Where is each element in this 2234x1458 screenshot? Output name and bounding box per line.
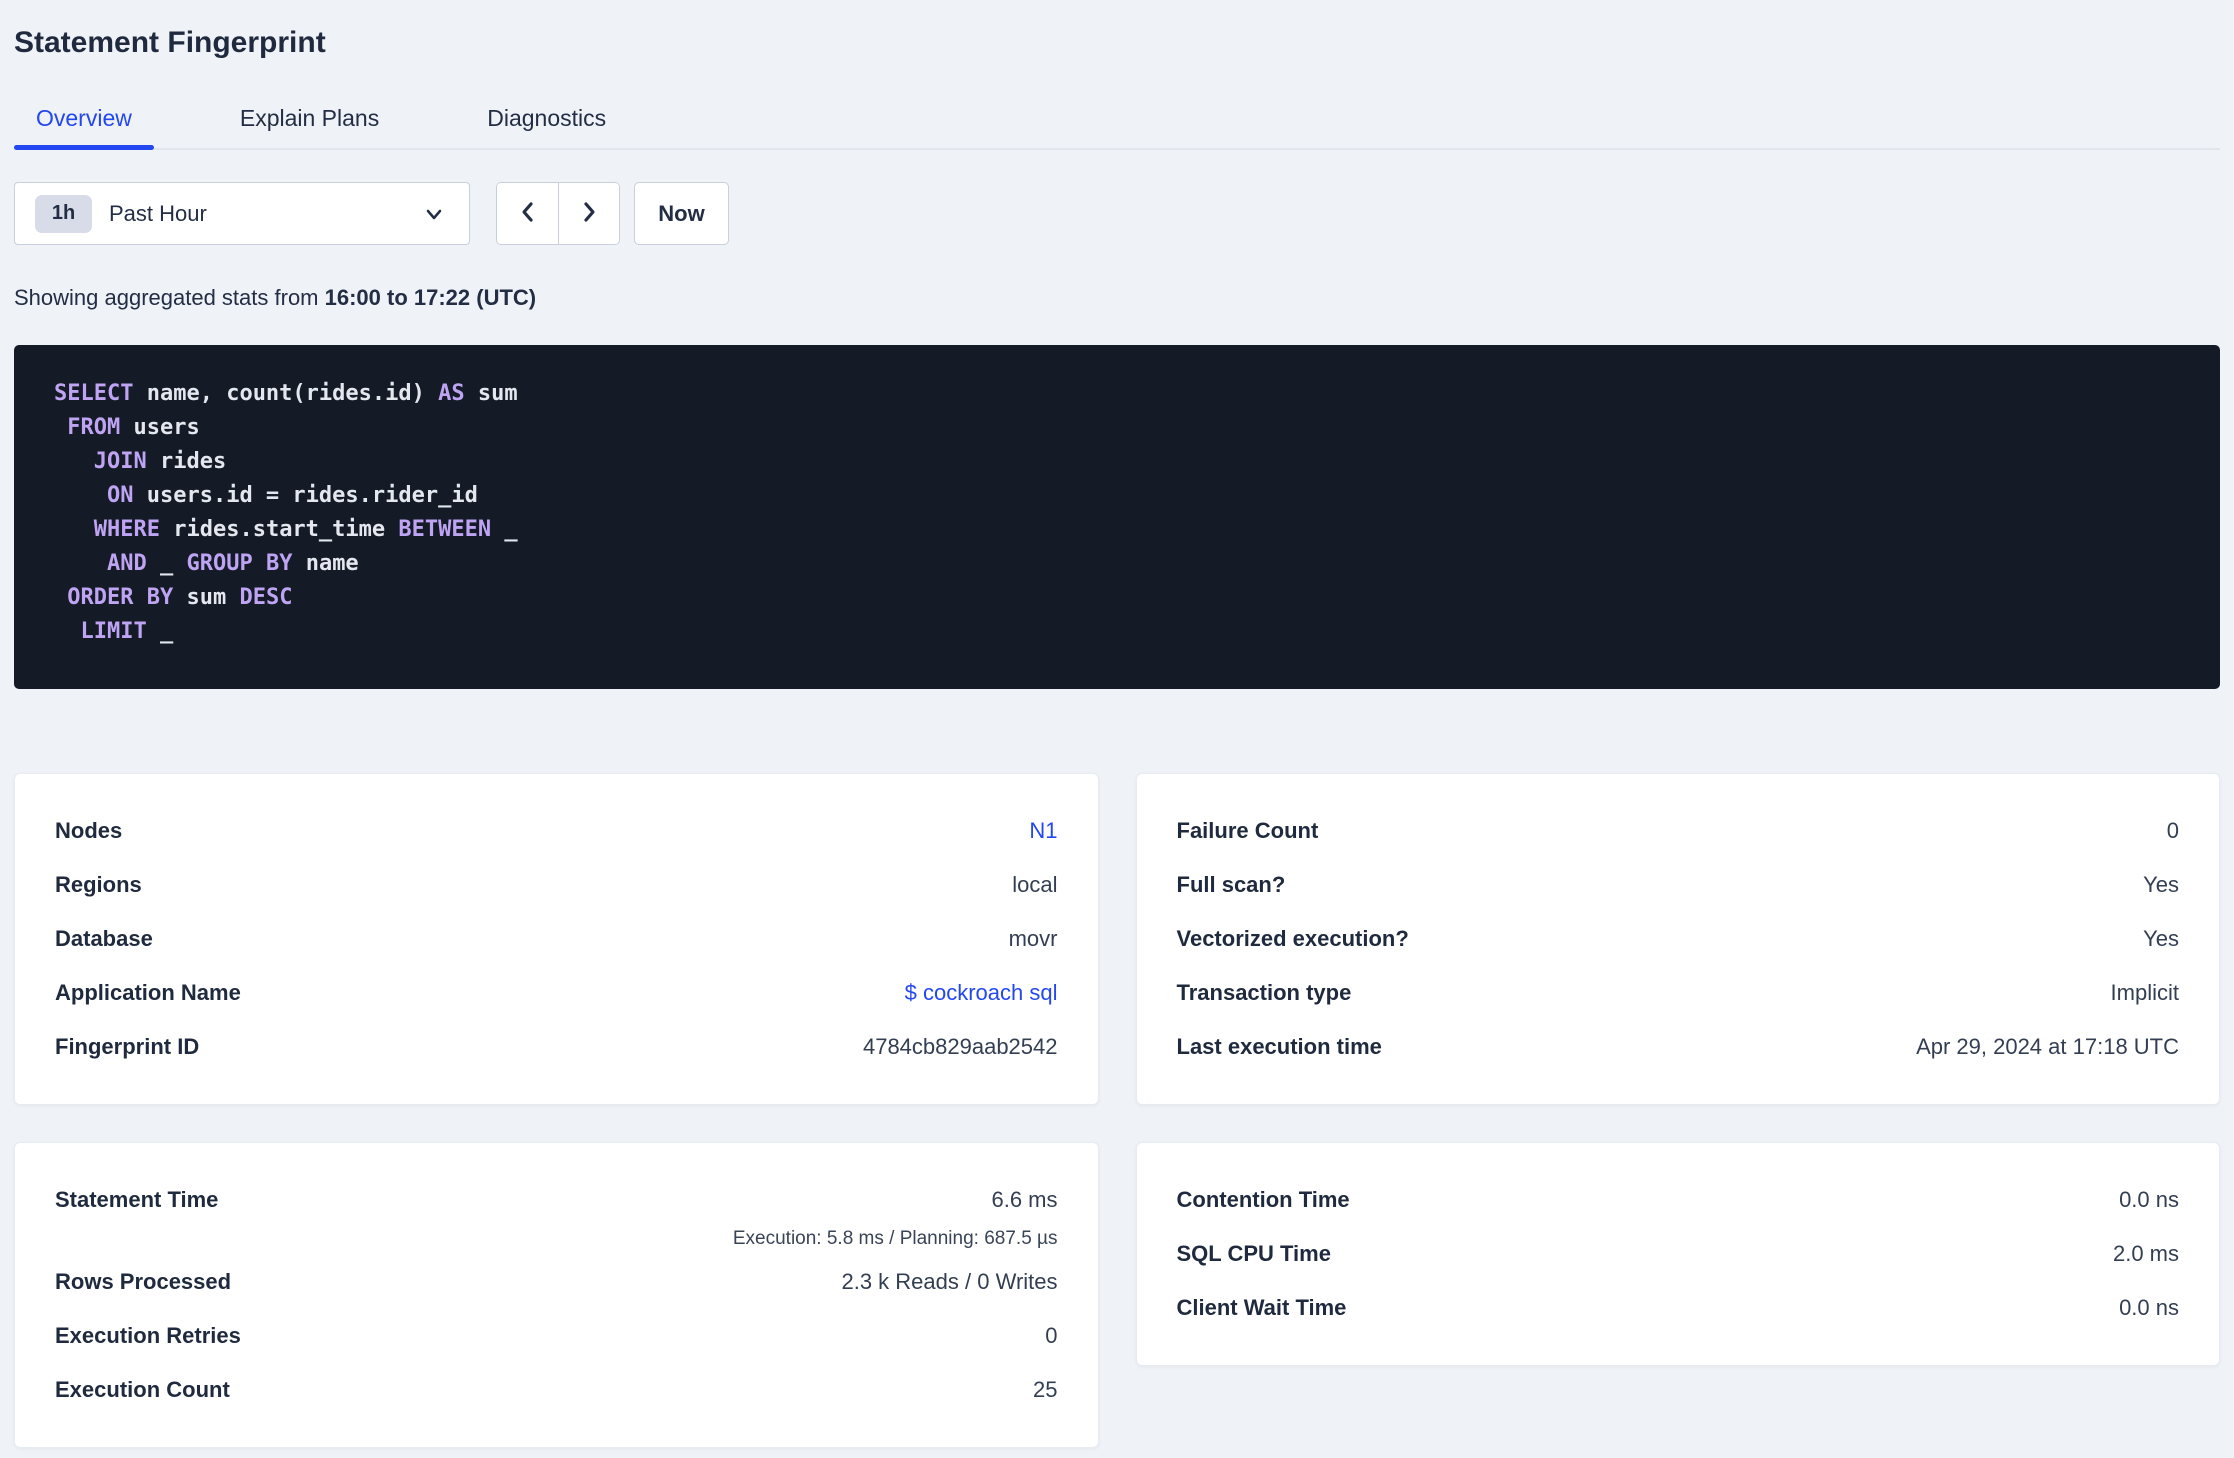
tab-diagnostics[interactable]: Diagnostics	[465, 90, 628, 148]
stat-row: Rows Processed 2.3 k Reads / 0 Writes	[55, 1255, 1058, 1309]
statement-fingerprint-page: Statement Fingerprint Overview Explain P…	[0, 0, 2234, 1448]
sql-line: JOIN rides	[93, 449, 227, 474]
tab-bar: Overview Explain Plans Diagnostics	[14, 90, 2220, 150]
wait-time-card: Contention Time 0.0 ns SQL CPU Time 2.0 …	[1135, 1142, 2220, 1366]
stat-label: Fingerprint ID	[55, 1034, 200, 1059]
next-time-button[interactable]	[558, 183, 619, 244]
chevron-right-icon	[576, 199, 602, 228]
stat-row: Fingerprint ID 4784cb829aab2542	[55, 1020, 1058, 1074]
overview-cards-row: Nodes N1 Regions local Database movr App…	[14, 773, 2220, 1105]
sql-line: LIMIT _	[80, 619, 174, 644]
stat-row: Nodes N1	[55, 804, 1058, 858]
stat-label: Application Name	[55, 980, 241, 1005]
page-title: Statement Fingerprint	[14, 26, 326, 59]
stat-value: movr	[1008, 926, 1058, 951]
stat-row: Vectorized execution? Yes	[1177, 912, 2180, 966]
stat-label: Statement Time	[55, 1187, 219, 1212]
stat-row: SQL CPU Time 2.0 ms	[1177, 1227, 2180, 1281]
stat-row: Execution Retries 0	[55, 1309, 1058, 1363]
prev-time-button[interactable]	[497, 183, 558, 244]
sql-line: WHERE rides.start_time BETWEEN _	[93, 517, 518, 542]
stat-value: Implicit	[2110, 980, 2179, 1005]
stat-row: Application Name $ cockroach sql	[55, 966, 1058, 1020]
stat-value: 2.0 ms	[2112, 1241, 2179, 1266]
stat-value: 0.0 ns	[2119, 1187, 2179, 1212]
stat-label: Nodes	[55, 818, 123, 843]
stats-summary-range: 16:00 to 17:22 (UTC)	[324, 285, 537, 310]
stat-row: Execution Count 25	[55, 1363, 1058, 1417]
node-link[interactable]: N1	[1029, 818, 1057, 844]
stat-value: 0	[2166, 818, 2179, 843]
stat-label: Vectorized execution?	[1176, 926, 1409, 951]
sql-line: SELECT name, count(rides.id) AS sum	[54, 381, 518, 406]
stat-label: Contention Time	[1176, 1187, 1350, 1212]
stat-value: 2.3 k Reads / 0 Writes	[841, 1269, 1058, 1294]
sql-line: ON users.id = rides.rider_id	[106, 483, 478, 508]
time-range-badge: 1h	[35, 194, 92, 233]
stat-row: Last execution time Apr 29, 2024 at 17:1…	[1177, 1020, 2180, 1074]
stat-row: Database movr	[55, 912, 1058, 966]
sql-line: FROM users	[67, 415, 200, 440]
stat-label: Transaction type	[1176, 980, 1352, 1005]
stat-label: Database	[55, 926, 153, 951]
stat-label: SQL CPU Time	[1176, 1241, 1331, 1266]
performance-cards-row: Statement Time 6.6 ms Execution: 5.8 ms …	[14, 1142, 2220, 1448]
statement-time-breakdown: Execution: 5.8 ms / Planning: 687.5 µs	[732, 1228, 1058, 1249]
stat-label: Regions	[55, 872, 142, 897]
sql-statement-block: SELECT name, count(rides.id) AS sum FROM…	[14, 345, 2220, 689]
stat-label: Client Wait Time	[1176, 1295, 1347, 1320]
execution-attributes-card: Failure Count 0 Full scan? Yes Vectorize…	[1135, 773, 2220, 1105]
tab-explain-plans[interactable]: Explain Plans	[218, 90, 401, 148]
sql-line: AND _ GROUP BY name	[106, 551, 359, 576]
now-button[interactable]: Now	[634, 182, 729, 245]
stat-label: Full scan?	[1176, 872, 1286, 897]
stat-row: Regions local	[55, 858, 1058, 912]
stat-value: Yes	[2143, 926, 2179, 951]
tab-overview[interactable]: Overview	[14, 90, 154, 150]
time-controls: 1h Past Hour Now	[14, 182, 2220, 245]
fingerprint-id-value: 4784cb829aab2542	[862, 1034, 1058, 1059]
statement-details-card: Nodes N1 Regions local Database movr App…	[14, 773, 1099, 1105]
sql-line: ORDER BY sum DESC	[67, 585, 293, 610]
stat-label: Rows Processed	[55, 1269, 232, 1294]
stat-row: Transaction type Implicit	[1177, 966, 2180, 1020]
time-range-select[interactable]: 1h Past Hour	[14, 182, 470, 245]
time-nav-group	[496, 182, 620, 245]
stat-value: 0.0 ns	[2119, 1295, 2179, 1320]
time-range-label: Past Hour	[109, 200, 207, 226]
stat-row: Full scan? Yes	[1177, 858, 2180, 912]
stat-label: Execution Retries	[55, 1323, 241, 1348]
stat-value: Yes	[2143, 872, 2179, 897]
last-execution-time-value: Apr 29, 2024 at 17:18 UTC	[1916, 1034, 2179, 1059]
stat-row: Client Wait Time 0.0 ns	[1177, 1281, 2180, 1335]
statement-time-card: Statement Time 6.6 ms Execution: 5.8 ms …	[14, 1142, 1099, 1448]
aggregated-stats-summary: Showing aggregated stats from 16:00 to 1…	[14, 285, 2220, 311]
statement-time-values: 6.6 ms Execution: 5.8 ms / Planning: 687…	[733, 1173, 1058, 1251]
stat-label: Last execution time	[1176, 1034, 1382, 1059]
stats-summary-prefix: Showing aggregated stats from	[14, 285, 325, 310]
stat-value: 6.6 ms	[991, 1187, 1058, 1212]
stat-label: Execution Count	[55, 1377, 230, 1402]
stat-value: 0	[1045, 1323, 1058, 1348]
stat-row: Failure Count 0	[1177, 804, 2180, 858]
stat-label: Failure Count	[1176, 818, 1319, 843]
stat-row: Contention Time 0.0 ns	[1177, 1173, 2180, 1227]
chevron-down-icon	[421, 201, 447, 227]
stat-value: 25	[1033, 1377, 1058, 1402]
stat-value: local	[1012, 872, 1058, 897]
chevron-left-icon	[515, 199, 541, 228]
stat-row: Statement Time 6.6 ms Execution: 5.8 ms …	[55, 1173, 1058, 1255]
application-name-link[interactable]: $ cockroach sql	[905, 980, 1058, 1006]
